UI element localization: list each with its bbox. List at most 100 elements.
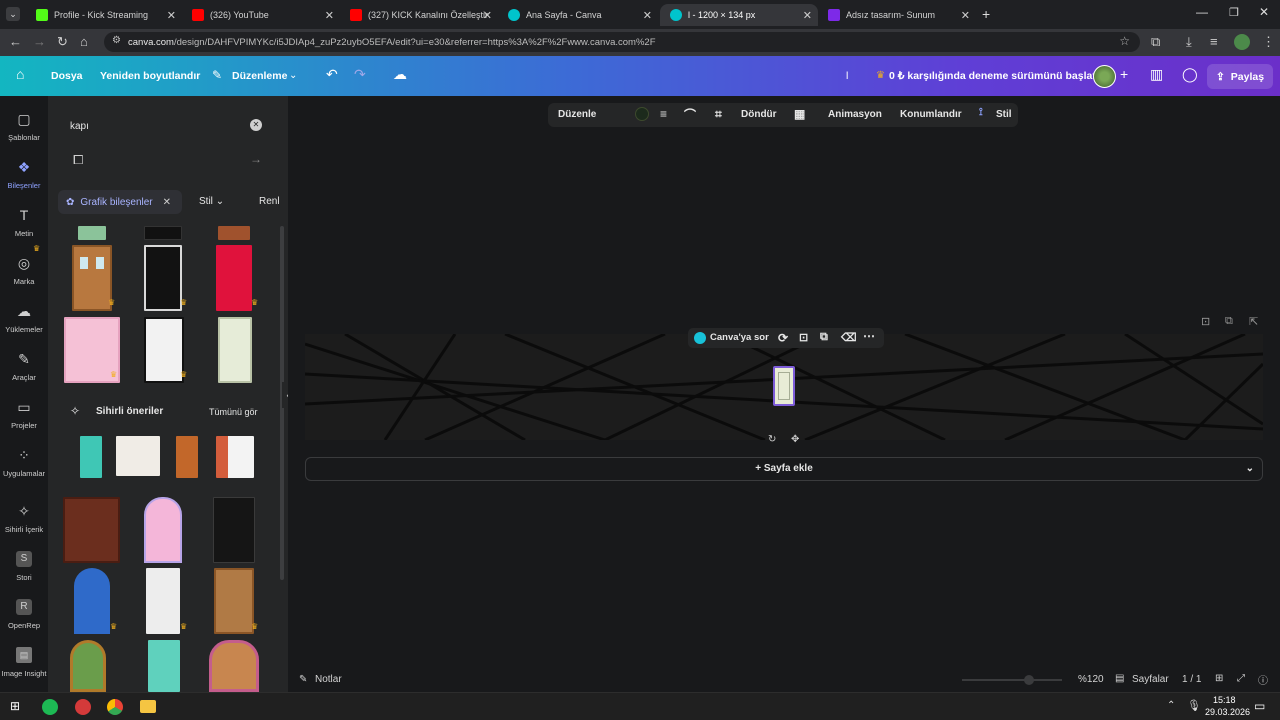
comment-icon[interactable]: ◯ xyxy=(1182,66,1198,83)
spotify-icon[interactable] xyxy=(42,699,58,715)
tray-chevron-icon[interactable]: ⌃ xyxy=(1167,700,1175,711)
microphone-icon[interactable]: 🎙 xyxy=(1187,699,1201,712)
door-thumbnail[interactable] xyxy=(218,226,250,240)
arrange-button[interactable]: Düzenle xyxy=(558,109,596,120)
reload-icon[interactable]: ↻ xyxy=(57,33,68,51)
close-window-icon[interactable]: ✕ xyxy=(1259,5,1269,19)
rail-item-stori[interactable]: S Stori xyxy=(0,551,48,582)
rail-item-templates[interactable]: ▢ Şablonlar xyxy=(0,111,48,142)
windows-start-icon[interactable]: ⊞ xyxy=(10,699,20,713)
add-page-icon[interactable]: ⇱ xyxy=(1249,315,1258,328)
door-thumbnail[interactable] xyxy=(74,568,110,634)
more-menu-icon[interactable]: ⋮ xyxy=(1262,33,1275,51)
browser-tab[interactable]: (327) KICK Kanalını Özelleştir | ... ✕ xyxy=(340,4,498,26)
more-options-icon[interactable]: ⋯ xyxy=(863,329,875,343)
tab-search-button[interactable]: ⌄ xyxy=(6,7,20,21)
rail-item-openrep[interactable]: R OpenRep xyxy=(0,599,48,630)
corner-rounding-icon[interactable]: ⌒ xyxy=(684,106,696,123)
home-icon[interactable]: ⌂ xyxy=(16,66,24,82)
door-thumbnail[interactable] xyxy=(72,245,112,311)
clear-search-icon[interactable]: ✕ xyxy=(250,119,262,131)
door-thumbnail[interactable] xyxy=(144,226,182,240)
close-icon[interactable]: ✕ xyxy=(803,9,812,22)
address-bar[interactable]: ⚙ canva.com/design/DAHFVPIMYKc/i5JDIAp4_… xyxy=(104,32,1140,52)
browser-tab[interactable]: Profile - Kick Streaming ✕ xyxy=(26,4,182,26)
resize-button[interactable]: Yeniden boyutlandır xyxy=(100,70,200,82)
file-explorer-icon[interactable] xyxy=(140,700,156,713)
download-icon[interactable]: ⤓ xyxy=(1186,33,1192,51)
design-title[interactable]: l xyxy=(846,70,848,82)
back-arrow-icon[interactable]: ← xyxy=(9,33,22,51)
animate-button[interactable]: Animasyon xyxy=(828,109,882,120)
lock-icon[interactable]: ⊡ xyxy=(799,331,808,344)
profile-avatar[interactable] xyxy=(1234,34,1250,50)
door-thumbnail[interactable] xyxy=(144,317,184,383)
app-icon[interactable] xyxy=(75,699,91,715)
filter-color-dropdown[interactable]: Renk xyxy=(259,196,279,207)
stairs-thumbnail[interactable] xyxy=(116,436,160,476)
share-button[interactable]: ⇪ Paylaş xyxy=(1207,64,1273,89)
rail-item-image-insight[interactable]: ▤ Image Insight xyxy=(0,647,48,678)
forward-arrow-icon[interactable]: → xyxy=(33,33,46,51)
add-page-button[interactable]: + Sayfa ekle ⌄ xyxy=(305,457,1263,481)
close-icon[interactable]: ✕ xyxy=(643,9,652,22)
browser-tab-active[interactable]: l - 1200 × 134 px ✕ xyxy=(660,4,818,26)
help-icon[interactable]: ⓘ xyxy=(1258,672,1268,687)
style-button[interactable]: Stil xyxy=(996,109,1012,120)
minimize-icon[interactable]: — xyxy=(1196,5,1208,19)
close-icon[interactable]: ✕ xyxy=(163,197,171,208)
restore-icon[interactable]: ❐ xyxy=(1229,6,1239,19)
image-search-icon[interactable]: ⧠ xyxy=(73,152,83,168)
transparency-icon[interactable]: ▦ xyxy=(794,107,805,121)
pages-button[interactable]: Sayfalar xyxy=(1132,674,1169,685)
close-icon[interactable]: ✕ xyxy=(167,9,176,22)
rail-item-brand[interactable]: ◎ Marka xyxy=(0,255,48,286)
move-handle-icon[interactable]: ✥ xyxy=(791,434,799,445)
rotate-button[interactable]: Döndür xyxy=(741,109,777,120)
notes-button[interactable]: Notlar xyxy=(315,674,342,685)
door-thumbnail[interactable] xyxy=(80,436,102,478)
clock-time[interactable]: 15:18 xyxy=(1213,695,1236,705)
file-menu-button[interactable]: Dosya xyxy=(51,70,83,82)
browser-tab[interactable]: Adsız tasarım- Sunum ✕ xyxy=(818,4,976,26)
redo-icon[interactable]: ↷ xyxy=(354,66,366,83)
close-icon[interactable]: ✕ xyxy=(325,9,334,22)
door-thumbnail[interactable] xyxy=(218,317,252,383)
browser-tab[interactable]: (326) YouTube ✕ xyxy=(182,4,340,26)
door-thumbnail[interactable] xyxy=(144,245,182,311)
rotate-handle-icon[interactable]: ↻ xyxy=(768,434,776,445)
filter-style-dropdown[interactable]: Stil ⌄ xyxy=(199,196,224,207)
grid-view-icon[interactable]: ⊞ xyxy=(1215,673,1223,684)
undo-icon[interactable]: ↶ xyxy=(326,66,338,83)
fullscreen-icon[interactable]: ⤢ xyxy=(1237,673,1245,684)
rail-item-projects[interactable]: ▭ Projeler xyxy=(0,399,48,430)
analytics-icon[interactable]: ▥ xyxy=(1150,66,1163,83)
door-thumbnail[interactable] xyxy=(63,497,120,563)
reading-list-icon[interactable]: ≡ xyxy=(1210,33,1218,51)
user-avatar[interactable] xyxy=(1093,65,1116,88)
site-info-icon[interactable]: ⚙ xyxy=(112,35,121,46)
extensions-icon[interactable]: ⧉ xyxy=(1151,33,1160,51)
door-thumbnail[interactable] xyxy=(70,640,106,692)
browser-tab[interactable]: Ana Sayfa - Canva ✕ xyxy=(498,4,658,26)
crop-icon[interactable]: ⌗ xyxy=(715,107,722,122)
edit-mode-button[interactable]: Düzenleme xyxy=(232,70,287,82)
new-tab-icon[interactable]: + xyxy=(982,6,990,22)
rail-item-uploads[interactable]: ☁ Yüklemeler xyxy=(0,303,48,334)
notification-icon[interactable]: ▭ xyxy=(1254,699,1265,713)
duplicate-page-icon[interactable]: ⧉ xyxy=(1225,315,1233,328)
design-canvas[interactable] xyxy=(305,334,1263,440)
border-style-icon[interactable]: ≡ xyxy=(660,107,667,121)
rail-item-elements[interactable]: ❖ Bileşenler xyxy=(0,159,48,190)
ask-canva-button[interactable]: Canva'ya sor xyxy=(710,332,769,343)
add-collaborator-icon[interactable]: + xyxy=(1120,66,1128,82)
door-thumbnail[interactable] xyxy=(216,436,254,478)
door-thumbnail[interactable] xyxy=(214,568,254,634)
close-icon[interactable]: ✕ xyxy=(961,9,970,22)
duplicate-icon[interactable]: ⧉ xyxy=(820,331,828,344)
door-thumbnail[interactable] xyxy=(146,568,180,634)
lock-page-icon[interactable]: ⊡ xyxy=(1201,315,1210,328)
position-button[interactable]: Konumlandır xyxy=(900,109,962,120)
search-submit-icon[interactable]: → xyxy=(250,152,262,166)
door-thumbnail[interactable] xyxy=(216,245,252,311)
